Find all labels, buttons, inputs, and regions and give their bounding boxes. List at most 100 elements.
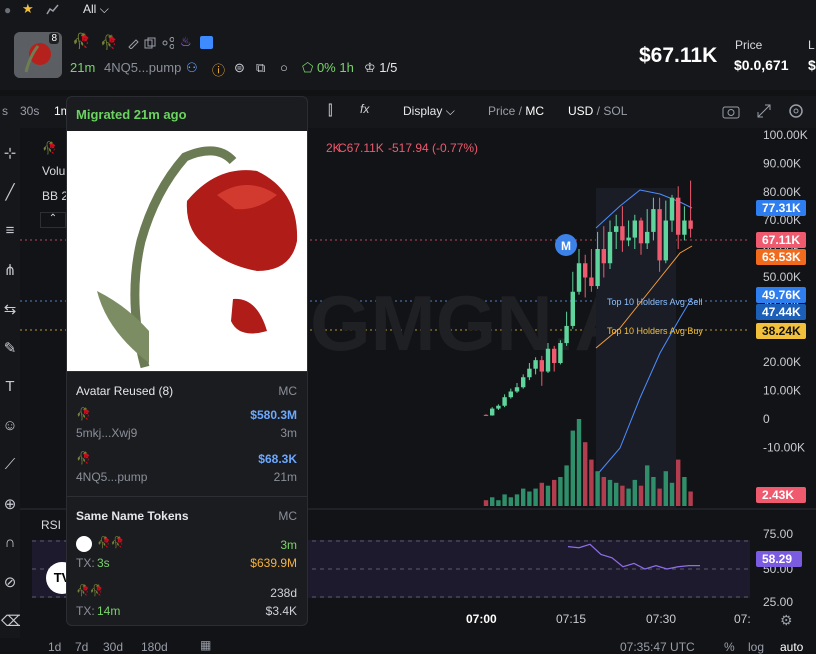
migrated-label: Migrated 21m ago: [76, 107, 187, 122]
star-icon[interactable]: ★: [22, 1, 34, 17]
candle: [669, 197, 675, 221]
avatar-item[interactable]: 🥀 $580.3M 5mkj...Xwj9 3m: [67, 403, 307, 443]
candle: [558, 343, 563, 363]
holders-ratio: ♔ 1/5: [364, 60, 397, 76]
same-name-mc: $3.4K: [265, 604, 297, 618]
chart-line-icon[interactable]: [46, 3, 59, 15]
telegram-icon[interactable]: [200, 36, 213, 49]
tool-lock-icon[interactable]: ⊘: [1, 573, 19, 591]
fullscreen-icon[interactable]: [757, 104, 771, 118]
volume-bar: [651, 477, 656, 506]
avatar-item-age: 3m: [280, 426, 297, 440]
volume-bar: [669, 482, 675, 506]
price-badge-label: 67.11K: [762, 233, 800, 247]
avatar-mc-header: MC: [278, 384, 297, 398]
volume-bar: [570, 430, 575, 506]
volume-bar: [490, 497, 495, 506]
warning-icon[interactable]: ⓘ: [212, 60, 225, 79]
avatar-reused-label: Avatar Reused (8): [76, 384, 174, 398]
mc-change-text: 0% 1h: [316, 60, 354, 75]
indicators-button[interactable]: fx: [360, 102, 369, 116]
liquidity-label: L: [808, 38, 815, 52]
tool-measure-icon[interactable]: ⇆: [1, 300, 19, 318]
rsi-tick: 25.00: [763, 595, 793, 609]
same-name-tx: 3s: [97, 556, 110, 570]
volume-bar: [607, 479, 613, 506]
migration-marker-label: M: [561, 239, 571, 253]
x-axis-tick: 07:: [734, 612, 751, 626]
avg-sell-annotation: Top 10 Holders Avg Sell: [607, 297, 702, 307]
volume-bar: [682, 477, 687, 506]
chart-icon[interactable]: ⧉: [256, 60, 265, 76]
candle-type-icon[interactable]: ⫿: [328, 102, 332, 119]
filter-dropdown[interactable]: All ⌵: [83, 2, 109, 17]
holders-icon[interactable]: ⚇: [186, 60, 198, 76]
avg-buy-annotation: Top 10 Holders Avg Buy: [607, 326, 703, 336]
token-header: 8 🥀 🥀 ♨ 21m 4NQ5...pump ⚇ ⓘ ⊜ ⧉ ○ ⬠ 0% 1…: [0, 20, 816, 90]
candle: [521, 377, 526, 388]
settings-icon[interactable]: [788, 103, 804, 119]
ohlc-change: -517.94 (-0.77%): [388, 141, 479, 155]
volume-bar: [688, 491, 693, 506]
usd-label: USD: [568, 104, 594, 118]
candle: [570, 291, 575, 326]
collapse-legend-button[interactable]: ⌃: [40, 212, 66, 228]
tool-ruler-icon[interactable]: ⟋: [1, 456, 19, 473]
dev-icon: ⬠: [302, 60, 314, 75]
calendar-icon[interactable]: ▦: [200, 638, 211, 652]
y-axis-tick: 10.00K: [763, 384, 801, 398]
token-avatar[interactable]: 8: [14, 32, 62, 78]
avatar-item-mc: $68.3K: [258, 452, 297, 466]
copy-icon[interactable]: [144, 37, 156, 49]
candle: [651, 209, 656, 232]
volume-bar: [589, 459, 594, 506]
candle: [490, 408, 495, 416]
tool-zoom-icon[interactable]: ⊕: [1, 495, 19, 513]
candle: [564, 325, 569, 344]
share-icon[interactable]: [162, 37, 174, 49]
list-icon[interactable]: ⊜: [234, 60, 245, 76]
tool-trash-icon[interactable]: ⌫: [1, 612, 22, 630]
axis-settings-icon[interactable]: ⚙: [780, 612, 793, 628]
edit-icon[interactable]: [127, 37, 139, 49]
currency-toggle[interactable]: USD / SOL: [568, 104, 627, 118]
price-badge-label: 47.44K: [762, 305, 801, 319]
token-address[interactable]: 4NQ5...pump: [104, 60, 181, 75]
same-name-mc: $639.9M: [250, 556, 297, 570]
candle: [576, 263, 582, 292]
avatar-item-address: 4NQ5...pump: [76, 470, 148, 484]
tool-fib-icon[interactable]: ≡: [1, 222, 19, 239]
candle: [552, 348, 557, 363]
volume-bar: [545, 485, 551, 506]
tool-magnet-icon[interactable]: ∩: [1, 534, 19, 551]
avatar-item[interactable]: 🥀 $68.3K 4NQ5...pump 21m: [67, 447, 307, 487]
tool-brush-icon[interactable]: ✎: [1, 339, 19, 357]
tool-text-icon[interactable]: T: [1, 378, 19, 395]
tool-crosshair-icon[interactable]: ⊹: [1, 144, 19, 162]
interval-s[interactable]: s: [2, 104, 8, 118]
display-dropdown[interactable]: Display ⌵: [403, 104, 455, 119]
tool-emoji-icon[interactable]: ☺: [1, 417, 19, 434]
price-mc-toggle[interactable]: Price / MC: [488, 104, 544, 118]
search-icon[interactable]: ○: [280, 60, 288, 75]
chevron-down-icon: ⌵: [445, 104, 455, 118]
tool-pattern-icon[interactable]: ⋔: [1, 261, 19, 279]
y-axis-tick: 0: [763, 412, 770, 426]
rose-icon: 🥀: [76, 407, 91, 421]
market-cap: $67.11K: [639, 44, 718, 67]
rose-icon: 🥀: [72, 33, 91, 50]
same-name-item[interactable]: 🥀🥀 238d TX: 14m $3.4K: [67, 581, 307, 623]
token-thumb-icon: [76, 536, 92, 552]
camera-icon[interactable]: [722, 104, 740, 119]
tool-trendline-icon[interactable]: ╱: [1, 183, 19, 201]
candle: [496, 405, 501, 409]
candle: [682, 220, 687, 235]
interval-30s[interactable]: 30s: [20, 104, 39, 118]
x-axis-tick: 07:30: [646, 612, 676, 626]
tx-label: TX:: [76, 604, 95, 618]
volume-bar: [645, 465, 650, 506]
x-axis-tick: 07:15: [556, 612, 586, 626]
same-name-item[interactable]: 🥀🥀 3m TX: 3s $639.9M: [67, 533, 307, 575]
volume-bar: [483, 500, 489, 506]
volume-bar: [533, 488, 538, 506]
